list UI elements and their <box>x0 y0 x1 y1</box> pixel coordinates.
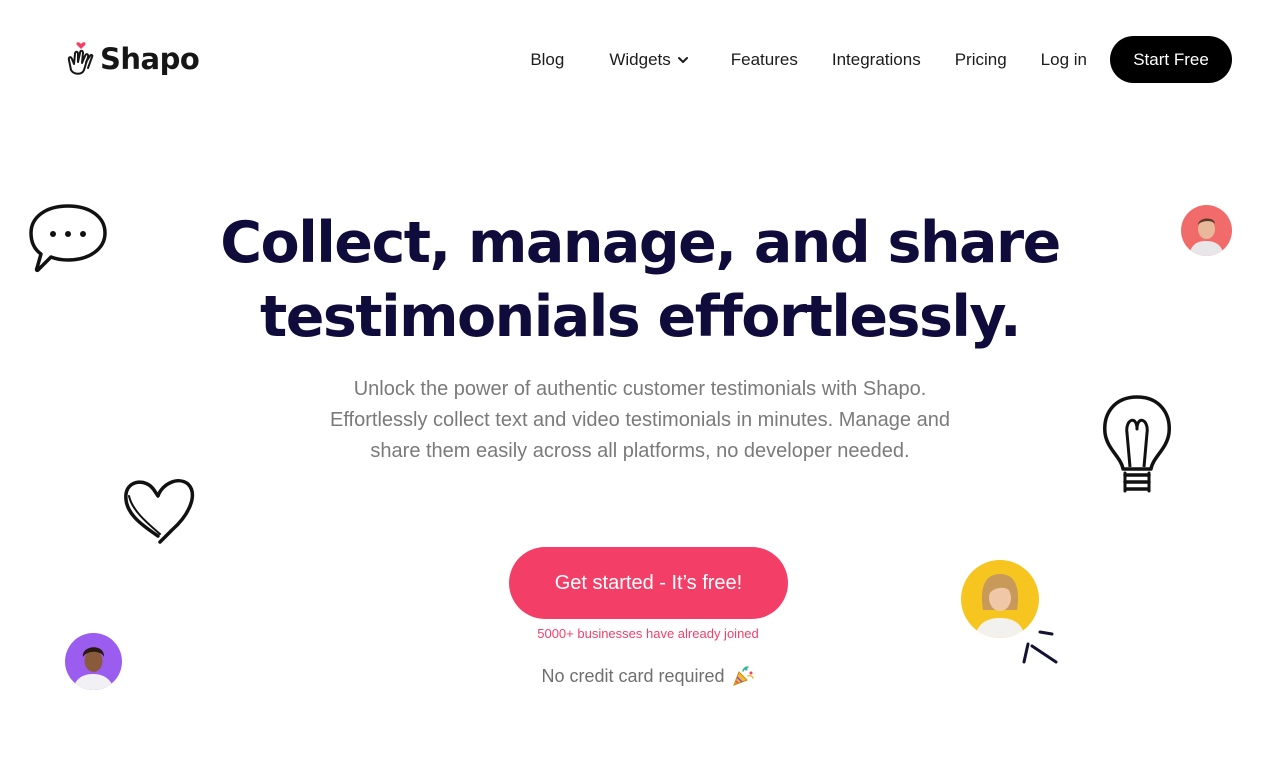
nav-links: Blog Widgets Features Integrations Prici… <box>530 36 1232 83</box>
hero-title-line-1: Collect, manage, and share <box>220 210 1061 276</box>
nav-link-features[interactable]: Features <box>731 50 798 70</box>
person-icon <box>975 574 1025 638</box>
no-credit-card-text: No credit card required <box>541 665 725 686</box>
nav-link-login[interactable]: Log in <box>1041 50 1087 70</box>
nav-link-pricing[interactable]: Pricing <box>955 50 1007 70</box>
lightbulb-icon <box>1103 395 1171 493</box>
businesses-joined-text: 5000+ businesses have already joined <box>537 626 759 641</box>
heart-icon <box>124 479 194 544</box>
nav-link-integrations[interactable]: Integrations <box>832 50 921 70</box>
avatar-woman-yellow <box>961 560 1039 638</box>
avatar-man-purple <box>65 633 122 690</box>
person-icon <box>73 647 114 690</box>
brand-logo[interactable]: Shapo <box>66 40 200 78</box>
clapping-hands-heart-icon <box>67 42 94 75</box>
hero-subtitle: Unlock the power of authentic customer t… <box>300 374 980 467</box>
hero-subtitle-line-1: Unlock the power of authentic customer t… <box>353 378 927 400</box>
get-started-button[interactable]: Get started - It’s free! <box>509 547 788 619</box>
no-credit-card-note: No credit card required <box>440 664 856 688</box>
chevron-down-icon <box>677 56 688 63</box>
nav-link-widgets[interactable]: Widgets <box>609 50 688 70</box>
party-popper-icon <box>732 666 754 686</box>
speech-bubble-icon <box>29 204 107 273</box>
avatar-man-red <box>1181 205 1232 256</box>
brand-name: Shapo <box>100 42 200 76</box>
hero-subtitle-line-2: Effortlessly collect text and video test… <box>330 409 950 431</box>
nav-link-blog[interactable]: Blog <box>530 50 564 70</box>
hero-title-line-2: testimonials effortlessly. <box>259 284 1022 350</box>
top-navigation: Shapo Blog Widgets Features Integrations… <box>0 0 1280 120</box>
start-free-button[interactable]: Start Free <box>1110 36 1232 83</box>
hero-subtitle-line-3: share them easily across all platforms, … <box>370 440 910 462</box>
nav-link-widgets-label: Widgets <box>609 49 671 69</box>
hero-title: Collect, manage, and share testimonials … <box>140 206 1140 354</box>
person-icon <box>1189 218 1224 256</box>
